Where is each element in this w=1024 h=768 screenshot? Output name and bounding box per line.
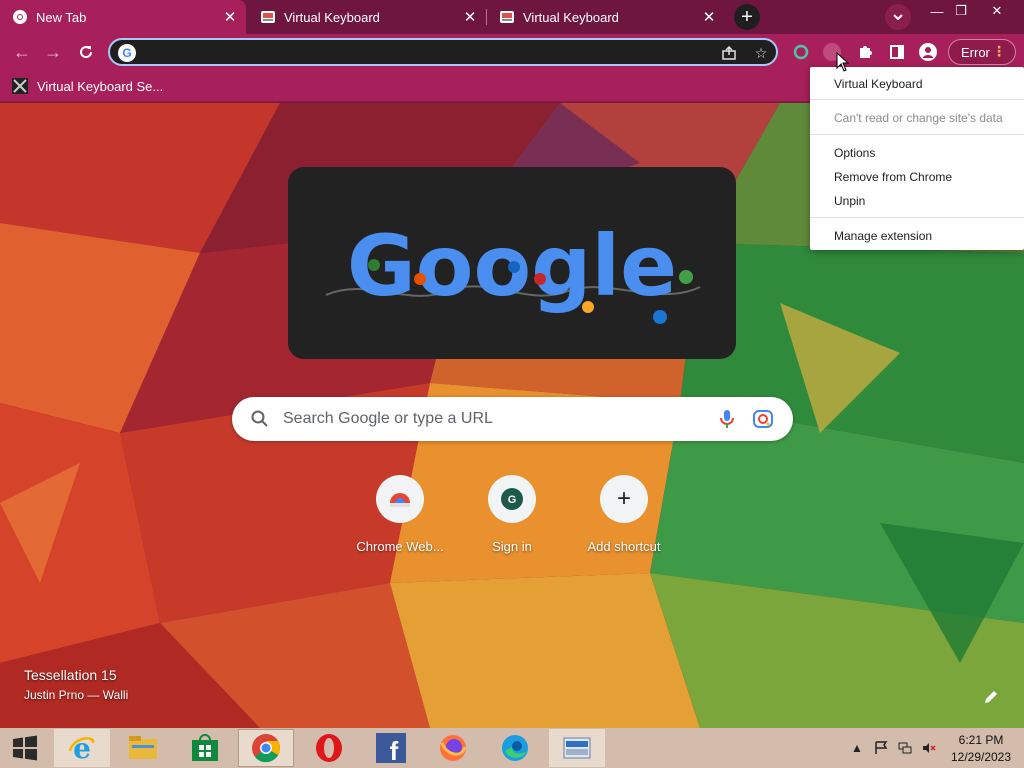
- start-button[interactable]: [0, 729, 50, 767]
- profile-avatar-icon[interactable]: [916, 40, 940, 64]
- microphone-icon[interactable]: [718, 409, 736, 429]
- menu-item-remove[interactable]: Remove from Chrome: [834, 170, 952, 184]
- shortcut-sign-in[interactable]: G Sign in: [456, 475, 568, 559]
- taskbar: e f ▲ 6:21 PM 12/29/2023: [0, 728, 1024, 768]
- error-button[interactable]: Error ⋮: [948, 39, 1016, 65]
- search-icon: [251, 410, 268, 427]
- close-tab-icon[interactable]: ✕: [218, 8, 242, 26]
- chrome-icon: [252, 734, 280, 763]
- taskbar-edge[interactable]: [487, 729, 543, 767]
- shortcut-label: Sign in: [492, 539, 532, 554]
- shortcut-label: Chrome Web...: [356, 539, 444, 554]
- background-author[interactable]: Justin Prno — Walli: [24, 688, 128, 702]
- menu-item-options[interactable]: Options: [834, 146, 875, 160]
- chrome-icon: [12, 9, 28, 25]
- close-tab-icon[interactable]: ✕: [458, 8, 482, 26]
- taskbar-file-explorer[interactable]: [115, 729, 171, 767]
- tab-title: Virtual Keyboard: [523, 9, 619, 25]
- forward-button[interactable]: →: [40, 39, 66, 65]
- google-icon: G: [118, 44, 136, 62]
- bookmark-star-icon[interactable]: ☆: [750, 42, 772, 64]
- on-screen-keyboard-icon: [563, 737, 591, 759]
- google-doodle[interactable]: Google: [288, 167, 736, 359]
- tab-new-tab[interactable]: New Tab ✕: [0, 0, 246, 34]
- taskbar-firefox[interactable]: [425, 729, 481, 767]
- tab-title: New Tab: [36, 9, 87, 25]
- plus-icon: +: [600, 475, 648, 523]
- chrome-web-store-icon: [376, 475, 424, 523]
- tab-virtual-keyboard[interactable]: Virtual Keyboard ✕: [487, 0, 725, 34]
- menu-separator: [810, 99, 1024, 100]
- volume-muted-icon[interactable]: [921, 740, 937, 756]
- menu-separator: [810, 217, 1024, 218]
- internet-explorer-icon: e: [68, 733, 95, 763]
- taskbar-store[interactable]: [177, 729, 233, 767]
- chevron-down-icon: [893, 14, 903, 20]
- menu-item-manage-extension[interactable]: Manage extension: [834, 229, 932, 243]
- error-label: Error: [961, 44, 990, 60]
- store-icon: [192, 734, 218, 761]
- close-tab-icon[interactable]: ✕: [697, 8, 721, 26]
- tab-virtual-keyboard[interactable]: Virtual Keyboard ✕: [248, 0, 486, 34]
- bookmark-favicon: [12, 78, 28, 94]
- network-icon[interactable]: [897, 740, 913, 756]
- reload-icon: [80, 46, 93, 59]
- background-title[interactable]: Tessellation 15: [24, 667, 117, 683]
- google-lens-icon[interactable]: [752, 409, 774, 429]
- clock-time[interactable]: 6:21 PM: [946, 733, 1016, 747]
- mouse-cursor-icon: [836, 52, 850, 72]
- bookmark-item[interactable]: Virtual Keyboard Se...: [12, 76, 163, 96]
- menu-dots-icon: ⋮: [992, 43, 1006, 59]
- customize-pencil-icon[interactable]: [982, 688, 1000, 706]
- tab-strip: New Tab ✕ Virtual Keyboard ✕ Virtual Key…: [0, 0, 1024, 34]
- address-input[interactable]: [144, 42, 704, 62]
- firefox-icon: [440, 735, 467, 761]
- address-bar[interactable]: G ☆: [108, 38, 778, 66]
- shortcut-add[interactable]: + Add shortcut: [568, 475, 680, 559]
- menu-separator: [810, 134, 1024, 135]
- google-doodle-logo: Google: [325, 217, 701, 324]
- taskbar-internet-explorer[interactable]: e: [54, 729, 110, 767]
- virtual-keyboard-icon: [260, 9, 276, 25]
- extension-context-menu: Virtual Keyboard Can't read or change si…: [810, 67, 1024, 250]
- windows-logo-icon: [13, 735, 37, 761]
- taskbar-facebook[interactable]: f: [363, 729, 419, 767]
- taskbar-on-screen-keyboard[interactable]: [549, 729, 605, 767]
- extension-circle-icon[interactable]: [789, 40, 813, 64]
- bookmark-label: Virtual Keyboard Se...: [37, 78, 164, 94]
- tab-search-button[interactable]: [885, 4, 911, 30]
- opera-icon: [316, 734, 342, 762]
- close-window-button[interactable]: ✕: [980, 0, 1014, 22]
- shortcut-label: Add shortcut: [587, 539, 661, 554]
- clock-date[interactable]: 12/29/2023: [946, 750, 1016, 764]
- side-panel-icon[interactable]: [885, 40, 909, 64]
- menu-item-extension-name[interactable]: Virtual Keyboard: [834, 77, 923, 91]
- restore-button[interactable]: ❐: [944, 0, 978, 22]
- tab-title: Virtual Keyboard: [284, 9, 380, 25]
- taskbar-opera[interactable]: [301, 729, 357, 767]
- reload-button[interactable]: [73, 39, 99, 65]
- menu-item-unpin[interactable]: Unpin: [834, 194, 865, 208]
- sign-in-icon: G: [488, 475, 536, 523]
- virtual-keyboard-icon: [499, 9, 515, 25]
- taskbar-chrome[interactable]: [238, 729, 294, 767]
- share-icon[interactable]: [718, 42, 740, 64]
- folder-icon: [129, 736, 157, 759]
- tray-show-hidden-icon[interactable]: ▲: [849, 740, 865, 756]
- new-tab-button[interactable]: +: [734, 4, 760, 30]
- menu-item-site-access: Can't read or change site's data: [834, 111, 1003, 125]
- search-placeholder: Search Google or type a URL: [283, 410, 493, 427]
- edge-icon: [502, 735, 528, 761]
- svg-text:G: G: [508, 494, 517, 506]
- action-center-flag-icon[interactable]: [873, 740, 889, 756]
- search-box[interactable]: Search Google or type a URL: [232, 397, 793, 441]
- toolbar: ← → G ☆ Error ⋮: [0, 34, 1024, 70]
- svg-text:f: f: [390, 736, 399, 763]
- facebook-icon: f: [376, 733, 406, 763]
- back-button[interactable]: ←: [9, 39, 35, 65]
- extensions-puzzle-icon[interactable]: [853, 40, 877, 64]
- shortcut-chrome-web-store[interactable]: Chrome Web...: [344, 475, 456, 559]
